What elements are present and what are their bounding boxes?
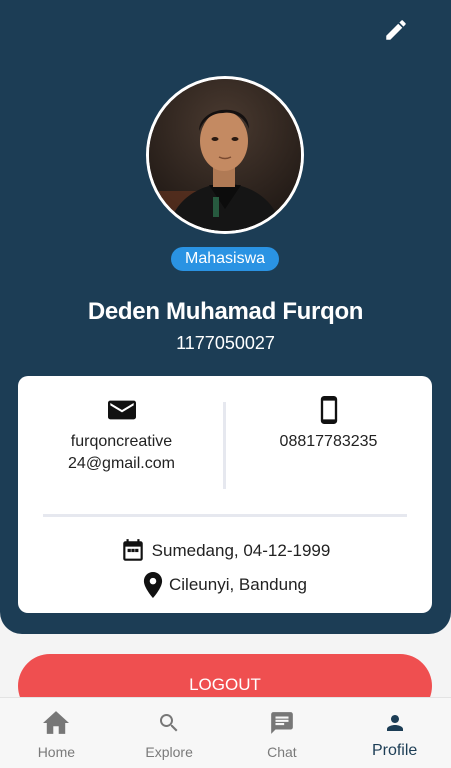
location-row: Cileunyi, Bandung: [18, 572, 432, 598]
nav-label-home: Home: [37, 744, 76, 760]
email-section[interactable]: furqoncreative24@gmail.com: [18, 376, 225, 506]
nav-item-chat[interactable]: Chat: [226, 698, 339, 768]
nav-item-explore[interactable]: Explore: [113, 698, 226, 768]
calendar-icon: [122, 539, 143, 561]
edit-profile-button[interactable]: [380, 14, 412, 46]
nav-label-explore: Explore: [145, 744, 193, 760]
nav-item-profile[interactable]: Profile: [338, 698, 451, 768]
bottom-navigation: Home Explore Chat Profile: [0, 697, 451, 768]
email-value: furqoncreative24@gmail.com: [68, 433, 175, 472]
location-value: Cileunyi, Bandung: [169, 575, 307, 594]
email-icon: [107, 400, 136, 420]
horizontal-divider: [43, 514, 407, 517]
chat-icon: [271, 712, 293, 734]
phone-value: 08817783235: [279, 433, 378, 450]
phone-icon: [320, 396, 337, 424]
nav-item-home[interactable]: Home: [0, 698, 113, 768]
home-icon: [43, 711, 70, 734]
person-icon: [386, 715, 403, 731]
user-name: Deden Muhamad Furqon: [87, 298, 364, 325]
search-icon: [160, 714, 178, 732]
nav-label-profile: Profile: [371, 742, 418, 759]
info-card: furqoncreative24@gmail.com 08817783235 S…: [18, 376, 432, 613]
student-id: 1177050027: [176, 333, 275, 353]
birth-row: Sumedang, 04-12-1999: [18, 538, 432, 564]
nav-label-chat: Chat: [267, 744, 297, 760]
location-pin-icon: [143, 572, 163, 598]
avatar: [146, 76, 304, 234]
phone-section[interactable]: 08817783235: [225, 376, 432, 506]
pencil-icon: [386, 20, 406, 40]
profile-screen: Mahasiswa Deden Muhamad Furqon 117705002…: [0, 0, 451, 768]
birth-value: Sumedang, 04-12-1999: [151, 541, 331, 560]
profile-photo: [149, 79, 301, 231]
role-badge: Mahasiswa: [171, 247, 279, 271]
